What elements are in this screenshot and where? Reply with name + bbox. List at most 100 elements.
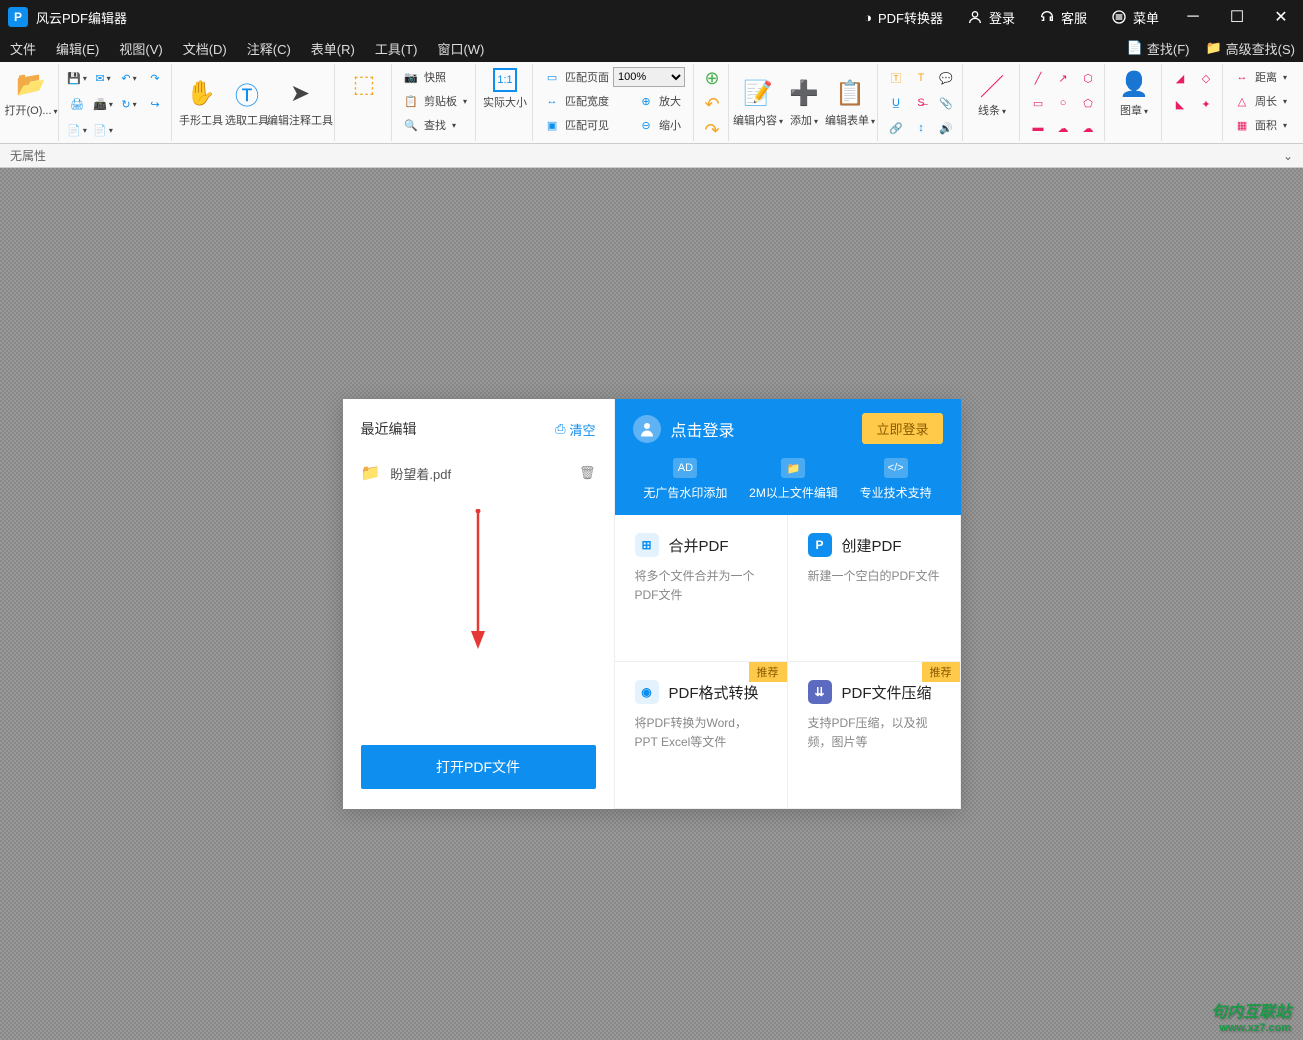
annot-attach-button[interactable]: 📎 [934, 91, 958, 115]
feat1-label: 无广告水印添加 [643, 484, 727, 501]
clipboard-button[interactable]: 📋剪贴板▾ [398, 90, 471, 112]
watermark-main: 句内互联站 [1211, 1004, 1291, 1021]
fit-width-button[interactable]: ↔匹配宽度 ⊕放大 [539, 90, 689, 112]
annot-text-button[interactable]: 🅃 [884, 66, 908, 90]
shape-rect-button[interactable]: ▭ [1026, 91, 1050, 115]
annot-note-button[interactable]: 💬 [934, 66, 958, 90]
annot-underline-button[interactable]: U̲ [884, 91, 908, 115]
shape-circle-button[interactable]: ○ [1051, 91, 1075, 115]
shape-star-button[interactable]: ✦ [1194, 92, 1218, 116]
mail-button[interactable]: ✉▾ [91, 66, 115, 90]
menu-form[interactable]: 表单(R) [301, 35, 365, 62]
forward-button[interactable]: ↪ [143, 92, 167, 116]
rotate-right-button[interactable]: ↷ [700, 118, 724, 142]
annot-highlight-button[interactable]: T [909, 66, 933, 90]
camera-icon: 📷 [402, 68, 420, 86]
print-button[interactable]: 🖨 [65, 92, 89, 116]
find-button[interactable]: 📄 查找(F) [1119, 37, 1198, 60]
minimize-button[interactable]: ─ [1171, 0, 1215, 34]
menu-label: 菜单 [1133, 8, 1159, 27]
annot-link-button[interactable]: 🔗 [884, 116, 908, 140]
hand-tool-button[interactable]: ✋ 手形工具 [178, 76, 224, 130]
rotate-left-button[interactable]: ↶ [700, 92, 724, 116]
actual-size-button[interactable]: 1:1 实际大小 [482, 66, 528, 112]
open-pdf-button[interactable]: 打开PDF文件 [361, 745, 596, 789]
snapshot-button[interactable]: 📷快照 [398, 66, 471, 88]
magnify-plus-button[interactable]: ⊕ [700, 66, 724, 90]
shape-cloud2-button[interactable]: ☁ [1076, 116, 1100, 140]
recent-file-item[interactable]: 📁 盼望着.pdf 🗑 [361, 457, 596, 489]
edit-form-button[interactable]: 📋 编辑表单▾ [827, 76, 873, 130]
card-merge-pdf[interactable]: ⊞ 合并PDF 将多个文件合并为一个PDF文件 [615, 515, 788, 662]
area-button[interactable]: ▦面积▾ [1229, 114, 1291, 136]
stamp-button[interactable]: 👤 图章▾ [1111, 66, 1157, 120]
menu-edit[interactable]: 编辑(E) [46, 35, 109, 62]
maximize-button[interactable]: ☐ [1215, 0, 1259, 34]
shape-poly-button[interactable]: ⬡ [1076, 66, 1100, 90]
select-tool-button[interactable]: Ⓣ 选取工具 [224, 76, 270, 130]
ribbon-group-zoom: ▭匹配页面 100% ↔匹配宽度 ⊕放大 ▣匹配可见 ⊖缩小 [535, 64, 694, 141]
doc2-icon: 📄 [93, 124, 107, 137]
ribbon-find-label: 查找 [424, 117, 446, 133]
annotate-tool-button[interactable]: ➤ 编辑注释工具 [270, 76, 330, 130]
fit-page-button[interactable]: ▭匹配页面 100% [539, 66, 689, 88]
shape-line-button[interactable]: ╱ [1026, 66, 1050, 90]
distance-button[interactable]: ↔距离▾ [1229, 66, 1291, 88]
clear-recent-button[interactable]: ⎙ 清空 [555, 420, 595, 439]
doc-button[interactable]: 📄▾ [65, 118, 89, 142]
lines-button[interactable]: ／ 线条▾ [969, 66, 1015, 120]
shape-diamond-button[interactable]: ◇ [1194, 66, 1218, 90]
card-create-pdf[interactable]: P 创建PDF 新建一个空白的PDF文件 [788, 515, 961, 662]
shape-rectf-button[interactable]: ▬ [1026, 116, 1050, 140]
shape-arrow-button[interactable]: ↗ [1051, 66, 1075, 90]
ribbon-group-lines: ／ 线条▾ [965, 64, 1020, 141]
shape-cloud-button[interactable]: ☁ [1051, 116, 1075, 140]
menu-view[interactable]: 视图(V) [109, 35, 172, 62]
eraser-button[interactable]: ◢ [1168, 66, 1192, 90]
close-button[interactable]: ✕ [1259, 0, 1303, 34]
print-icon: 🖨 [70, 98, 84, 111]
menu-document[interactable]: 文档(D) [173, 35, 237, 62]
save-button[interactable]: 💾▾ [65, 66, 89, 90]
menu-window[interactable]: 窗口(W) [427, 35, 494, 62]
edit-content-button[interactable]: 📝 编辑内容▾ [735, 76, 781, 130]
card-compress-pdf[interactable]: 推荐 ⇊ PDF文件压缩 支持PDF压缩，以及视频，图片等 [788, 662, 961, 809]
converter-icon: ◑ [864, 10, 872, 25]
doc2-button[interactable]: 📄▾ [91, 118, 115, 142]
pdf-converter-button[interactable]: ◑ PDF转换器 [852, 0, 955, 34]
redo2-button[interactable]: ↻▾ [117, 92, 141, 116]
menu-file[interactable]: 文件 [0, 35, 46, 62]
login-button[interactable]: 登录 [955, 0, 1027, 34]
selection-button[interactable]: ⬚ [341, 66, 387, 102]
perimeter-button[interactable]: △周长▾ [1229, 90, 1291, 112]
zoom-select[interactable]: 100% [613, 67, 685, 87]
fit-visible-button[interactable]: ▣匹配可见 ⊖缩小 [539, 114, 689, 136]
ribbon-group-open: 📂 打开(O)...▾ [4, 64, 59, 141]
hand-label: 手形工具 [179, 112, 223, 128]
welcome-panel: 最近编辑 ⎙ 清空 📁 盼望着.pdf 🗑 打开PDF文件 [343, 399, 961, 809]
eraser2-button[interactable]: ◣ [1168, 92, 1192, 116]
redo-button[interactable]: ↷ [143, 66, 167, 90]
advanced-find-button[interactable]: 📁 高级查找(S) [1197, 37, 1303, 60]
annot-replace-button[interactable]: ↕ [909, 116, 933, 140]
card3-title: PDF格式转换 [669, 682, 759, 703]
delete-recent-button[interactable]: 🗑 [579, 465, 596, 481]
ribbon-find-button[interactable]: 🔍查找▾ [398, 114, 471, 136]
attrbar-expand-button[interactable]: ⌄ [1283, 149, 1293, 163]
undo-button[interactable]: ↶▾ [117, 66, 141, 90]
card-convert-pdf[interactable]: 推荐 ◉ PDF格式转换 将PDF转换为Word，PPT Excel等文件 [615, 662, 788, 809]
annot-strike-button[interactable]: S̶ [909, 91, 933, 115]
click-login-label[interactable]: 点击登录 [671, 417, 735, 441]
open-file-button[interactable]: 📂 打开(O)...▾ [8, 66, 54, 120]
login-now-button[interactable]: 立即登录 [862, 413, 942, 444]
shape-pentagon-button[interactable]: ⬠ [1076, 91, 1100, 115]
menu-tool[interactable]: 工具(T) [365, 35, 428, 62]
text-box-icon: 🅃 [891, 70, 902, 86]
redo-icon: ↷ [150, 72, 159, 85]
add-button[interactable]: ➕ 添加▾ [781, 76, 827, 130]
scan-button[interactable]: 📠▾ [91, 92, 115, 116]
menu-comment[interactable]: 注释(C) [237, 35, 301, 62]
menu-button[interactable]: 菜单 [1099, 0, 1171, 34]
customer-service-button[interactable]: 客服 [1027, 0, 1099, 34]
annot-sound-button[interactable]: 🔊 [934, 116, 958, 140]
